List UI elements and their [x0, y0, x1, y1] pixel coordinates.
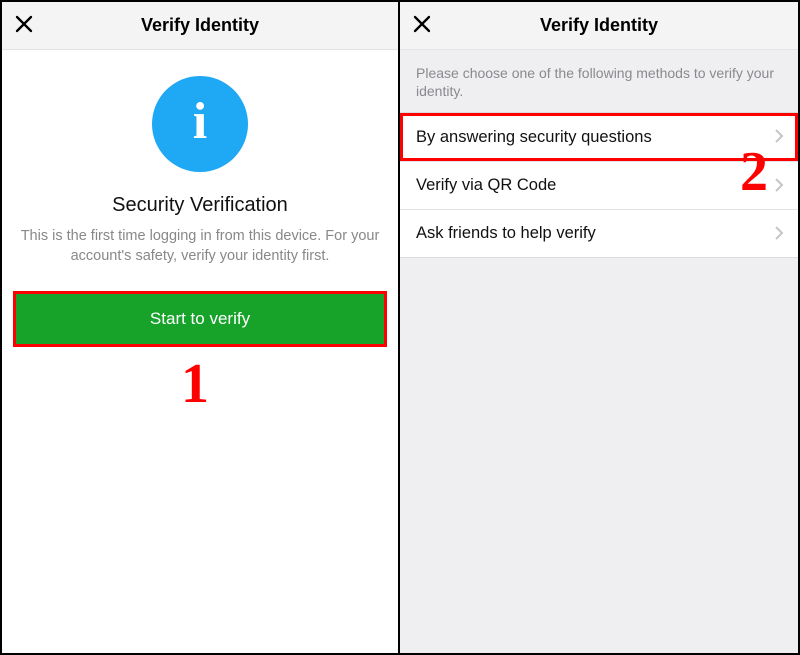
- close-icon[interactable]: [2, 15, 46, 37]
- topbar: Verify Identity: [400, 2, 798, 50]
- verify-method-list: By answering security questions Verify v…: [400, 112, 798, 258]
- option-label: By answering security questions: [416, 128, 652, 147]
- close-icon[interactable]: [400, 15, 444, 37]
- chevron-right-icon: [775, 224, 784, 244]
- topbar: Verify Identity: [2, 2, 398, 50]
- option-label: Verify via QR Code: [416, 176, 556, 195]
- page-title: Verify Identity: [2, 15, 398, 36]
- page-title: Verify Identity: [400, 15, 798, 36]
- screen-verify-methods: Verify Identity Please choose one of the…: [400, 2, 798, 653]
- security-verification-title: Security Verification: [14, 194, 386, 217]
- chevron-right-icon: [775, 127, 784, 147]
- option-ask-friends[interactable]: Ask friends to help verify: [400, 209, 798, 257]
- instructions-text: Please choose one of the following metho…: [400, 50, 798, 112]
- content-security-verification: i Security Verification This is the firs…: [2, 50, 398, 653]
- start-verify-button[interactable]: Start to verify: [16, 294, 384, 344]
- chevron-right-icon: [775, 176, 784, 196]
- info-icon: i: [152, 76, 248, 172]
- security-verification-desc: This is the first time logging in from t…: [14, 227, 386, 266]
- screen-security-verification: Verify Identity i Security Verification …: [2, 2, 400, 653]
- option-qr-code[interactable]: Verify via QR Code: [400, 161, 798, 209]
- option-security-questions[interactable]: By answering security questions: [400, 113, 798, 161]
- option-label: Ask friends to help verify: [416, 224, 596, 243]
- content-verify-methods: Please choose one of the following metho…: [400, 50, 798, 653]
